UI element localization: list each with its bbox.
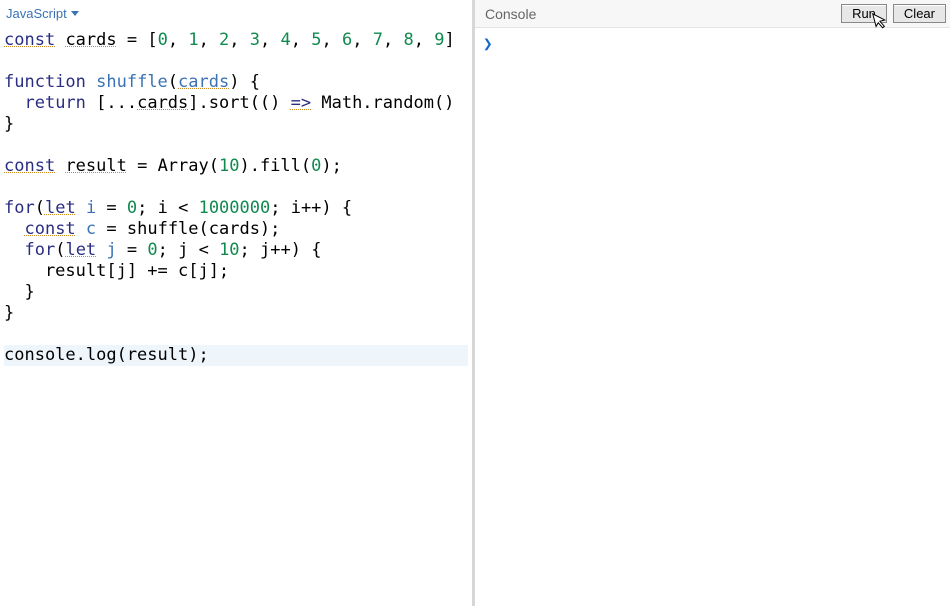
console-output[interactable]: ❯ xyxy=(475,28,950,606)
code-line: return [...cards].sort(() => Math.random… xyxy=(4,93,468,114)
code-line xyxy=(4,324,468,345)
console-pane: Console Run Clear ❯ xyxy=(475,0,950,606)
language-select[interactable]: JavaScript xyxy=(6,6,79,21)
code-line: } xyxy=(4,282,468,303)
code-editor[interactable]: const cards = [0, 1, 2, 3, 4, 5, 6, 7, 8… xyxy=(0,26,472,606)
code-line xyxy=(4,135,468,156)
code-line: const c = shuffle(cards); xyxy=(4,219,468,240)
code-line: const result = Array(10).fill(0); xyxy=(4,156,468,177)
code-line xyxy=(4,51,468,72)
code-line: function shuffle(cards) { xyxy=(4,72,468,93)
code-line: for(let j = 0; j < 10; j++) { xyxy=(4,240,468,261)
code-line: } xyxy=(4,114,468,135)
editor-header: JavaScript xyxy=(0,0,472,26)
language-label: JavaScript xyxy=(6,6,67,21)
editor-pane: JavaScript const cards = [0, 1, 2, 3, 4,… xyxy=(0,0,475,606)
console-header: Console Run Clear xyxy=(475,0,950,28)
code-line: } xyxy=(4,303,468,324)
console-title: Console xyxy=(479,6,835,22)
code-line: console.log(result); xyxy=(4,345,468,366)
code-line: const cards = [0, 1, 2, 3, 4, 5, 6, 7, 8… xyxy=(4,30,468,51)
console-prompt-icon: ❯ xyxy=(483,34,493,53)
clear-button[interactable]: Clear xyxy=(893,4,946,23)
code-line xyxy=(4,177,468,198)
code-line: result[j] += c[j]; xyxy=(4,261,468,282)
code-line: for(let i = 0; i < 1000000; i++) { xyxy=(4,198,468,219)
chevron-down-icon xyxy=(71,11,79,16)
run-button[interactable]: Run xyxy=(841,4,887,23)
